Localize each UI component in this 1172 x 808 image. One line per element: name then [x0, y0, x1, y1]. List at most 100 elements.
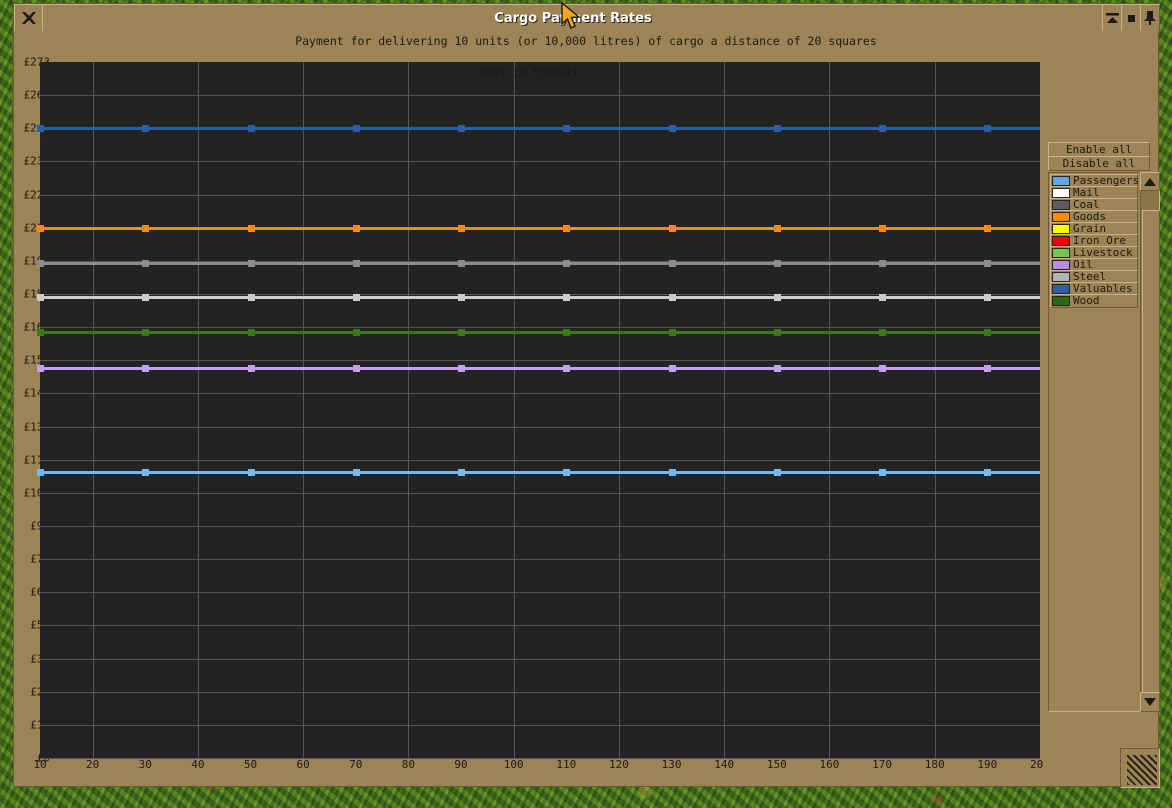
- chart-subtitle: Payment for delivering 10 units (or 10,0…: [14, 31, 1158, 50]
- window-caption[interactable]: Cargo Payment Rates: [42, 4, 1104, 32]
- horizontal-gridline: [40, 692, 1040, 693]
- legend-color-swatch: [1052, 260, 1070, 270]
- x-axis-tick-label: 100: [504, 758, 524, 771]
- horizontal-gridline: [40, 592, 1040, 593]
- series-data-point: [563, 365, 570, 372]
- legend-item-label: Grain: [1073, 224, 1106, 234]
- cargo-payment-rates-window: Cargo Payment Rates Payment for deliveri…: [14, 4, 1158, 786]
- vertical-gridline: [198, 62, 199, 758]
- series-data-point: [984, 294, 991, 301]
- series-data-point: [353, 225, 360, 232]
- plot-canvas[interactable]: [40, 62, 1040, 758]
- legend-color-swatch: [1052, 224, 1070, 234]
- cargo-selection-panel: Enable all Disable all PassengersMailCoa…: [1044, 50, 1158, 786]
- horizontal-gridline: [40, 493, 1040, 494]
- series-data-point: [669, 365, 676, 372]
- vertical-gridline: [619, 62, 620, 758]
- series-data-point: [774, 469, 781, 476]
- series-data-point: [458, 260, 465, 267]
- horizontal-gridline: [40, 393, 1040, 394]
- legend-item-label: Wood: [1073, 296, 1100, 306]
- series-data-point: [984, 329, 991, 336]
- series-data-point: [142, 225, 149, 232]
- series-data-point: [248, 260, 255, 267]
- vertical-gridline: [829, 62, 830, 758]
- series-data-point: [248, 329, 255, 336]
- horizontal-gridline: [40, 360, 1040, 361]
- resize-window-button[interactable]: [1121, 4, 1142, 32]
- horizontal-gridline: [40, 161, 1040, 162]
- x-axis-tick-label: 30: [139, 758, 152, 771]
- vertical-gridline: [93, 62, 94, 758]
- vertical-gridline: [303, 62, 304, 758]
- horizontal-gridline: [40, 427, 1040, 428]
- series-data-point: [563, 329, 570, 336]
- series-data-point: [142, 260, 149, 267]
- legend-item-label: Oil: [1073, 260, 1093, 270]
- series-data-point: [669, 125, 676, 132]
- vertical-gridline: [935, 62, 936, 758]
- series-data-point: [37, 365, 44, 372]
- horizontal-gridline: [40, 460, 1040, 461]
- series-line: [40, 367, 1040, 370]
- series-line: [40, 331, 1040, 334]
- window-resize-grip[interactable]: [1120, 748, 1160, 788]
- series-data-point: [248, 469, 255, 476]
- series-data-point: [774, 125, 781, 132]
- resize-grip-icon: [1127, 755, 1157, 785]
- legend-color-swatch: [1052, 200, 1070, 210]
- series-data-point: [248, 294, 255, 301]
- scroll-down-button[interactable]: [1140, 692, 1160, 712]
- series-data-point: [879, 260, 886, 267]
- legend-color-swatch: [1052, 248, 1070, 258]
- series-data-point: [353, 469, 360, 476]
- series-data-point: [774, 365, 781, 372]
- x-axis-tick-label: 160: [820, 758, 840, 771]
- series-data-point: [458, 469, 465, 476]
- x-axis-tick-label: 190: [977, 758, 997, 771]
- series-data-point: [248, 365, 255, 372]
- series-data-point: [37, 225, 44, 232]
- legend-item-label: Goods: [1073, 212, 1106, 222]
- series-data-point: [458, 329, 465, 336]
- legend-scrollbar[interactable]: [1140, 172, 1158, 710]
- series-data-point: [563, 260, 570, 267]
- scrollbar-thumb[interactable]: [1142, 210, 1160, 710]
- shade-window-button[interactable]: [1102, 4, 1123, 32]
- series-data-point: [984, 260, 991, 267]
- scroll-up-button[interactable]: [1140, 172, 1160, 192]
- series-data-point: [774, 329, 781, 336]
- horizontal-gridline: [40, 625, 1040, 626]
- legend-color-swatch: [1052, 296, 1070, 306]
- horizontal-gridline: [40, 95, 1040, 96]
- scroll-up-arrow-icon: [1143, 175, 1157, 189]
- close-button[interactable]: [14, 4, 44, 32]
- series-line: [40, 227, 1040, 230]
- sticky-window-button[interactable]: [1140, 4, 1160, 32]
- title-bar[interactable]: Cargo Payment Rates: [14, 4, 1158, 30]
- series-line: [40, 471, 1040, 474]
- series-data-point: [458, 294, 465, 301]
- series-data-point: [37, 260, 44, 267]
- x-axis-tick-label: 140: [714, 758, 734, 771]
- disable-all-button[interactable]: Disable all: [1048, 156, 1150, 171]
- x-axis-tick-label: 90: [454, 758, 467, 771]
- x-axis-tick-label: 50: [244, 758, 257, 771]
- scrollbar-track[interactable]: [1140, 190, 1160, 694]
- legend-item-wood[interactable]: Wood: [1050, 294, 1138, 308]
- enable-all-button[interactable]: Enable all: [1048, 142, 1150, 157]
- series-data-point: [879, 329, 886, 336]
- series-data-point: [774, 294, 781, 301]
- series-data-point: [142, 329, 149, 336]
- series-line: [40, 296, 1040, 299]
- series-data-point: [669, 260, 676, 267]
- legend-color-swatch: [1052, 272, 1070, 282]
- series-data-point: [353, 294, 360, 301]
- close-x-icon: [20, 9, 38, 27]
- x-axis-tick-label: 150: [767, 758, 787, 771]
- x-axis-tick-label: 180: [925, 758, 945, 771]
- legend-color-swatch: [1052, 212, 1070, 222]
- scroll-down-arrow-icon: [1143, 695, 1157, 709]
- series-data-point: [879, 469, 886, 476]
- series-data-point: [563, 469, 570, 476]
